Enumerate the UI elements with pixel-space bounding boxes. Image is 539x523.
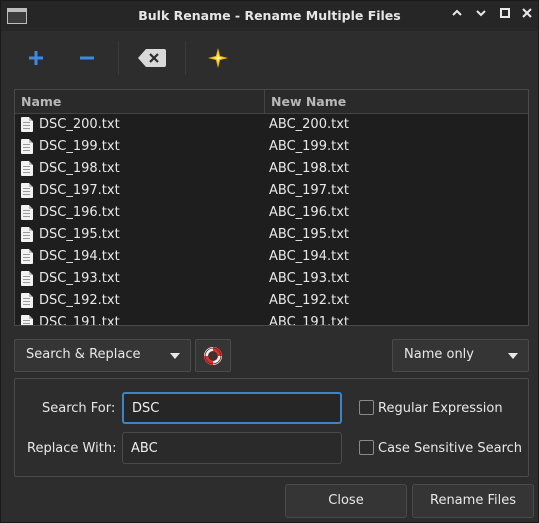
file-rows: DSC_200.txt ABC_200.txt DSC_199.txt ABC_… <box>15 114 528 326</box>
text-file-icon <box>21 249 33 264</box>
case-sensitive-label[interactable]: Case Sensitive Search <box>378 441 522 456</box>
old-name-cell: DSC_191.txt <box>39 315 120 326</box>
remove-files-button[interactable] <box>69 43 105 73</box>
new-name-cell: ABC_192.txt <box>269 293 349 308</box>
clear-backspace-icon <box>138 49 166 67</box>
table-row[interactable]: DSC_198.txt ABC_198.txt <box>15 158 528 180</box>
search-for-label: Search For: <box>42 401 116 416</box>
new-name-cell: ABC_198.txt <box>269 161 349 176</box>
clear-list-button[interactable] <box>134 43 170 73</box>
magic-button[interactable] <box>200 43 236 73</box>
table-row[interactable]: DSC_197.txt ABC_197.txt <box>15 180 528 202</box>
old-name-cell: DSC_197.txt <box>39 183 120 198</box>
chevron-down-icon <box>508 353 518 359</box>
regex-checkbox[interactable] <box>359 400 374 415</box>
close-button[interactable]: Close <box>285 484 407 518</box>
old-name-cell: DSC_196.txt <box>39 205 120 220</box>
restore-down-icon[interactable] <box>473 7 489 25</box>
title-bar: Bulk Rename - Rename Multiple Files <box>1 1 538 31</box>
add-files-button[interactable] <box>18 43 54 73</box>
new-name-cell: ABC_196.txt <box>269 205 349 220</box>
text-file-icon <box>21 139 33 154</box>
new-name-cell: ABC_197.txt <box>269 183 349 198</box>
new-name-cell: ABC_193.txt <box>269 271 349 286</box>
rename-files-button[interactable]: Rename Files <box>412 484 534 518</box>
old-name-cell: DSC_193.txt <box>39 271 120 286</box>
rename-scope-value: Name only <box>404 347 474 362</box>
replace-with-input[interactable] <box>122 432 342 464</box>
table-row[interactable]: DSC_195.txt ABC_195.txt <box>15 224 528 246</box>
table-row[interactable]: DSC_194.txt ABC_194.txt <box>15 246 528 268</box>
table-row[interactable]: DSC_200.txt ABC_200.txt <box>15 114 528 136</box>
new-name-cell: ABC_200.txt <box>269 117 349 132</box>
text-file-icon <box>21 117 33 132</box>
lifebuoy-icon <box>204 347 222 365</box>
text-file-icon <box>21 271 33 286</box>
maximize-icon[interactable] <box>497 7 513 25</box>
minimize-icon[interactable] <box>449 7 465 25</box>
replace-with-label: Replace With: <box>27 441 117 456</box>
chevron-down-icon <box>170 353 180 359</box>
search-replace-panel: Search For: Replace With: Regular Expres… <box>14 378 529 477</box>
search-for-input[interactable] <box>122 392 342 424</box>
case-sensitive-checkbox[interactable] <box>359 440 374 455</box>
text-file-icon <box>21 315 33 325</box>
toolbar <box>1 33 538 83</box>
sparkle-icon <box>208 48 228 68</box>
text-file-icon <box>21 227 33 242</box>
toolbar-divider <box>185 41 186 75</box>
bulk-rename-window: Bulk Rename - Rename Multiple Files Name… <box>0 0 539 523</box>
file-list[interactable]: Name New Name DSC_200.txt ABC_200.txt DS… <box>14 89 529 326</box>
new-name-cell: ABC_191.txt <box>269 315 349 326</box>
new-name-cell: ABC_194.txt <box>269 249 349 264</box>
toolbar-divider <box>118 41 119 75</box>
table-row[interactable]: DSC_192.txt ABC_192.txt <box>15 290 528 312</box>
old-name-cell: DSC_194.txt <box>39 249 120 264</box>
table-row[interactable]: DSC_196.txt ABC_196.txt <box>15 202 528 224</box>
help-button[interactable] <box>195 339 231 372</box>
old-name-cell: DSC_198.txt <box>39 161 120 176</box>
close-icon[interactable] <box>519 7 535 25</box>
plus-icon <box>29 51 43 65</box>
new-name-cell: ABC_195.txt <box>269 227 349 242</box>
old-name-cell: DSC_192.txt <box>39 293 120 308</box>
text-file-icon <box>21 183 33 198</box>
rename-scope-dropdown[interactable]: Name only <box>392 339 529 372</box>
file-list-header: Name New Name <box>15 90 528 114</box>
table-row[interactable]: DSC_193.txt ABC_193.txt <box>15 268 528 290</box>
minus-icon <box>80 56 94 60</box>
old-name-cell: DSC_195.txt <box>39 227 120 242</box>
column-header-name[interactable]: Name <box>21 94 61 109</box>
text-file-icon <box>21 205 33 220</box>
old-name-cell: DSC_200.txt <box>39 117 120 132</box>
old-name-cell: DSC_199.txt <box>39 139 120 154</box>
table-row[interactable]: DSC_191.txt ABC_191.txt <box>15 312 528 326</box>
column-divider[interactable] <box>264 90 265 114</box>
new-name-cell: ABC_199.txt <box>269 139 349 154</box>
table-row[interactable]: DSC_199.txt ABC_199.txt <box>15 136 528 158</box>
text-file-icon <box>21 161 33 176</box>
regex-label[interactable]: Regular Expression <box>378 401 503 416</box>
rename-mode-value: Search & Replace <box>26 347 141 362</box>
text-file-icon <box>21 293 33 308</box>
column-header-new-name[interactable]: New Name <box>271 94 346 109</box>
rename-mode-dropdown[interactable]: Search & Replace <box>14 339 191 372</box>
